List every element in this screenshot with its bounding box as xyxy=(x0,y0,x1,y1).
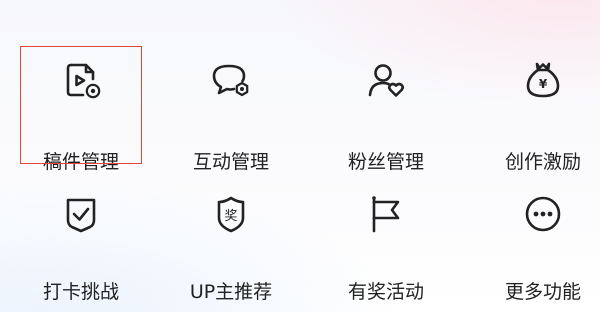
award-badge-text: 奖 xyxy=(224,209,237,224)
tile-label: 有奖活动 xyxy=(347,281,424,303)
tile-fans-management[interactable]: 粉丝管理 xyxy=(311,28,461,173)
award-badge-icon: 奖 xyxy=(207,190,255,238)
tile-up-recommendation[interactable]: 奖 UP主推荐 xyxy=(156,170,306,303)
tile-label: 打卡挑战 xyxy=(42,281,119,303)
flag-icon xyxy=(362,190,410,238)
tile-manuscript-management[interactable]: 稿件管理 xyxy=(6,28,156,173)
more-dots-icon xyxy=(519,190,567,238)
tile-creation-incentive[interactable]: ¥ 创作激励 xyxy=(468,28,600,173)
chat-bubble-gear-icon xyxy=(207,56,255,104)
shield-check-icon xyxy=(57,190,105,238)
tile-more-functions[interactable]: 更多功能 xyxy=(468,170,600,303)
creator-tools-grid: 稿件管理 互动管理 粉丝管理 ¥ 创作激励 打卡挑战 奖 UP主推荐 有奖活动 … xyxy=(0,0,600,312)
tile-label: UP主推荐 xyxy=(189,281,273,303)
money-bag-yen-icon: ¥ xyxy=(519,56,567,104)
tile-checkin-challenge[interactable]: 打卡挑战 xyxy=(6,170,156,303)
tile-label: 更多功能 xyxy=(504,281,581,303)
tile-prize-events[interactable]: 有奖活动 xyxy=(311,170,461,303)
manuscript-file-icon xyxy=(57,56,105,104)
user-heart-icon xyxy=(362,56,410,104)
money-symbol: ¥ xyxy=(539,77,548,91)
tile-interaction-management[interactable]: 互动管理 xyxy=(156,28,306,173)
